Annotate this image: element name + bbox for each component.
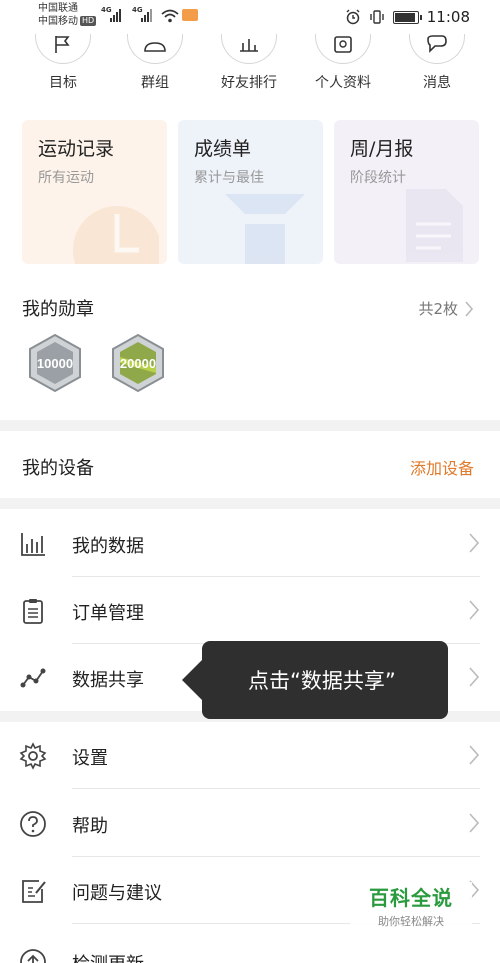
chevron-right-icon — [465, 300, 474, 317]
carrier-1: 中国联通 — [38, 3, 78, 14]
message-icon — [427, 35, 447, 53]
card-title: 运动记录 — [38, 138, 115, 160]
ranking-icon — [240, 39, 258, 52]
menu-label: 我的数据 — [72, 536, 144, 557]
chevron-right-icon — [469, 813, 480, 833]
menu-settings[interactable]: 设置 — [0, 722, 500, 789]
wifi-icon — [161, 9, 179, 23]
clock-deco-icon — [73, 206, 159, 264]
trophy-deco-icon — [225, 194, 305, 264]
menu-my-data[interactable]: 我的数据 — [0, 510, 500, 577]
carrier-2: 中国移动 — [38, 16, 78, 27]
document-deco-icon — [406, 189, 463, 262]
card-periodic[interactable]: 周/月报 阶段统计 — [334, 120, 479, 264]
nav-group-label: 群组 — [141, 75, 169, 91]
row-divider — [72, 788, 480, 789]
nav-message-label: 消息 — [423, 75, 451, 91]
medals-count: 共2枚 — [418, 300, 458, 318]
menu-orders[interactable]: 订单管理 — [0, 577, 500, 644]
gear-icon — [19, 742, 47, 770]
hd-badge: HD — [80, 16, 97, 26]
card-report[interactable]: 成绩单 累计与最佳 — [178, 120, 323, 264]
medals-count-link[interactable]: 共2枚 — [418, 298, 474, 319]
medal-20000[interactable]: 20000 — [109, 333, 167, 397]
chevron-right-icon — [469, 533, 480, 553]
menu-label: 问题与建议 — [72, 883, 162, 904]
update-icon — [20, 949, 46, 963]
medal-label: 20000 — [120, 356, 156, 371]
clipboard-icon — [23, 599, 43, 624]
card-title: 周/月报 — [350, 138, 414, 160]
carrier-info: 中国联通 中国移动 HD — [38, 2, 97, 28]
nav-profile-label: 个人资料 — [315, 75, 371, 91]
nav-ranking-label: 好友排行 — [221, 75, 277, 91]
medal-badge-icon: 20000 — [112, 333, 164, 393]
alarm-icon — [346, 9, 360, 25]
card-sport-records[interactable]: 运动记录 所有运动 — [22, 120, 167, 264]
vibrate-icon — [370, 10, 384, 24]
battery-icon — [392, 10, 422, 24]
chevron-right-icon — [469, 600, 480, 620]
feedback-icon — [22, 880, 46, 903]
flag-icon — [55, 36, 70, 53]
menu-label: 设置 — [72, 748, 108, 769]
hint-tooltip-text: 点击“数据共享” — [248, 669, 396, 693]
medal-10000[interactable]: 10000 — [26, 333, 84, 397]
menu-label: 订单管理 — [72, 603, 144, 624]
help-icon — [20, 811, 46, 837]
group-icon — [144, 42, 166, 52]
signal-icon — [110, 9, 121, 22]
add-device-button[interactable]: 添加设备 — [410, 455, 474, 479]
signal-icon-2 — [141, 9, 152, 22]
chevron-right-icon — [469, 667, 480, 687]
menu-label: 帮助 — [72, 816, 108, 837]
medal-label: 10000 — [37, 356, 73, 371]
medal-badge-icon: 10000 — [29, 333, 81, 393]
app-notification-icon — [182, 9, 198, 21]
status-bar: 中国联通 中国移动 HD 4G 4G 11:08 — [0, 0, 500, 34]
menu-help[interactable]: 帮助 — [0, 790, 500, 857]
bar-chart-icon — [21, 533, 45, 556]
devices-title: 我的设备 — [22, 458, 94, 479]
watermark-subtitle: 助你轻松解决 — [378, 915, 444, 928]
section-divider — [0, 420, 500, 431]
profile-icon — [334, 36, 352, 53]
hint-tooltip: 点击“数据共享” — [182, 641, 448, 719]
menu-label: 数据共享 — [72, 670, 144, 691]
section-divider — [0, 498, 500, 509]
watermark: 百科全说 助你轻松解决 — [350, 882, 472, 938]
clock: 11:08 — [426, 8, 470, 26]
nav-goal-label: 目标 — [49, 75, 77, 91]
chevron-right-icon — [469, 745, 480, 765]
medals-title: 我的勋章 — [22, 299, 94, 320]
share-nodes-icon — [20, 668, 46, 688]
card-title: 成绩单 — [194, 138, 252, 160]
watermark-title: 百科全说 — [369, 886, 453, 910]
menu-label: 检测更新 — [72, 950, 144, 963]
